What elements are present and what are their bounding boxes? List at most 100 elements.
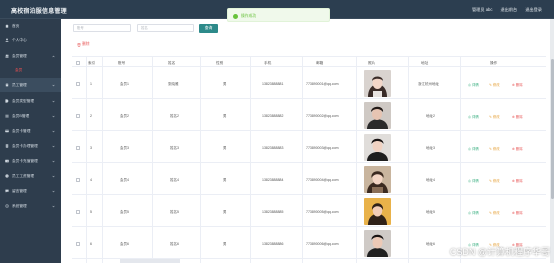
sidebar-item-member-types[interactable]: 会员类型管理 bbox=[0, 94, 61, 108]
edit-button[interactable]: ✎ 修改 bbox=[489, 210, 500, 216]
chevron-down-icon bbox=[52, 145, 55, 147]
success-check-icon bbox=[233, 13, 238, 19]
watermark: CSDN @计算机程序华哥 bbox=[449, 247, 550, 257]
sidebar-item-messages[interactable]: 留言管理 bbox=[0, 184, 61, 198]
chevron-down-icon bbox=[52, 175, 55, 177]
column-divider bbox=[102, 56, 103, 263]
member-photo bbox=[364, 101, 391, 129]
column-account[interactable]: 账号 bbox=[118, 61, 125, 66]
sidebar-item-profile[interactable]: 个人中心 bbox=[0, 33, 61, 47]
search-button[interactable]: 查询 bbox=[199, 24, 218, 33]
top-links: 管理员 abc 退出前台 退出登录 bbox=[472, 7, 542, 13]
column-email[interactable]: 邮箱 bbox=[316, 61, 323, 66]
delete-button[interactable]: ⊗ 删除 bbox=[512, 178, 523, 184]
account-search-input[interactable]: 账号 bbox=[73, 24, 131, 32]
row-checkbox[interactable] bbox=[76, 146, 80, 150]
delete-button[interactable]: ⊗ 删除 bbox=[512, 114, 523, 120]
pagination-bar[interactable] bbox=[120, 259, 180, 263]
detail-button[interactable]: ◎ 详情 bbox=[468, 114, 479, 120]
delete-button[interactable]: ⊗ 删除 bbox=[512, 82, 523, 88]
select-all-checkbox[interactable] bbox=[76, 60, 80, 65]
column-divider bbox=[302, 56, 303, 263]
name-search-input[interactable]: 姓名 bbox=[137, 24, 194, 32]
users-icon bbox=[5, 54, 9, 58]
column-address[interactable]: 地址 bbox=[421, 61, 428, 66]
member-photo bbox=[364, 229, 391, 257]
column-phone[interactable]: 手机 bbox=[264, 61, 271, 66]
sidebar-item-staff[interactable]: 员工管理 bbox=[0, 78, 61, 92]
cell-account: 会员1 bbox=[120, 82, 129, 86]
table-row: 2 会员2 姓名2 男 13823888882 773890002@qq.com… bbox=[72, 100, 546, 131]
chevron-down-icon bbox=[52, 84, 55, 86]
sidebar: 首页 个人中心 会员管理 会员 员工管理 会员类型管理 会员B管理 会员卡管理 … bbox=[0, 19, 61, 263]
cell-email: 773890004@qq.com bbox=[306, 178, 339, 182]
column-divider bbox=[460, 56, 461, 263]
row-checkbox[interactable] bbox=[76, 114, 80, 118]
chevron-down-icon bbox=[52, 130, 55, 132]
sidebar-item-card-recharge[interactable]: 会员卡充值管理 bbox=[0, 154, 61, 168]
sidebar-item-salary[interactable]: ¥ 员工工资管理 bbox=[0, 169, 61, 183]
chevron-down-icon bbox=[52, 160, 55, 162]
row-checkbox[interactable] bbox=[76, 178, 80, 182]
cell-name: 姓名6 bbox=[170, 242, 179, 246]
cell-address: 地址6 bbox=[426, 242, 435, 246]
edit-button[interactable]: ✎ 修改 bbox=[489, 178, 500, 184]
edit-button[interactable]: ✎ 修改 bbox=[489, 82, 500, 88]
settings-icon bbox=[5, 204, 9, 208]
edit-button[interactable]: ✎ 修改 bbox=[489, 146, 500, 152]
row-checkbox[interactable] bbox=[76, 210, 80, 214]
delete-icon: ⊗ bbox=[512, 210, 515, 215]
column-name[interactable]: 姓名 bbox=[168, 61, 175, 66]
cell-index: 3 bbox=[90, 146, 92, 150]
detail-icon: ◎ bbox=[468, 146, 471, 151]
cell-account: 会员2 bbox=[120, 114, 129, 118]
user-icon bbox=[5, 38, 9, 42]
sidebar-item-card-apply[interactable]: 会员卡办理管理 bbox=[0, 139, 61, 153]
front-exit-link[interactable]: 退出前台 bbox=[500, 7, 517, 13]
sidebar-item-members[interactable]: 会员管理 bbox=[0, 49, 61, 63]
delete-icon: ⊗ bbox=[512, 82, 515, 87]
scrollbar-thumb[interactable] bbox=[550, 59, 554, 199]
chevron-down-icon bbox=[52, 100, 55, 102]
column-photo[interactable]: 照片 bbox=[368, 61, 375, 66]
detail-button[interactable]: ◎ 详情 bbox=[468, 146, 479, 152]
submenu-item-member[interactable]: 会员 bbox=[0, 63, 61, 77]
detail-button[interactable]: ◎ 详情 bbox=[468, 178, 479, 184]
money-icon: ¥ bbox=[5, 174, 9, 178]
cell-address: 地址5 bbox=[426, 210, 435, 214]
detail-button[interactable]: ◎ 详情 bbox=[468, 82, 479, 88]
chevron-up-icon bbox=[52, 55, 55, 57]
row-checkbox[interactable] bbox=[76, 242, 80, 246]
sidebar-item-member-cards[interactable]: 会员卡管理 bbox=[0, 124, 61, 138]
member-photo bbox=[364, 165, 391, 193]
delete-icon: ⊗ bbox=[512, 146, 515, 151]
logout-link[interactable]: 退出登录 bbox=[525, 7, 542, 13]
form-icon bbox=[5, 144, 9, 148]
vertical-scrollbar[interactable] bbox=[550, 19, 554, 263]
cell-index: 4 bbox=[90, 178, 92, 182]
member-photo bbox=[364, 69, 391, 97]
card-icon bbox=[5, 129, 9, 133]
delete-button[interactable]: ⊗ 删除 bbox=[512, 146, 523, 152]
cell-gender: 男 bbox=[223, 178, 227, 182]
cell-address: 地址4 bbox=[426, 178, 435, 182]
detail-icon: ◎ bbox=[468, 82, 471, 87]
sidebar-item-member-b[interactable]: 会员B管理 bbox=[0, 109, 61, 123]
edit-button[interactable]: ✎ 修改 bbox=[489, 114, 500, 120]
admin-user-link[interactable]: 管理员 abc bbox=[472, 7, 492, 13]
delete-button[interactable]: ⊗ 删除 bbox=[512, 210, 523, 216]
column-divider bbox=[152, 56, 153, 263]
sidebar-item-home[interactable]: 首页 bbox=[0, 19, 61, 33]
chevron-down-icon bbox=[52, 190, 55, 192]
sidebar-item-system[interactable]: 系统管理 bbox=[0, 199, 61, 213]
cell-name: 姓名4 bbox=[170, 178, 179, 182]
column-gender[interactable]: 性别 bbox=[216, 61, 223, 66]
column-divider bbox=[200, 56, 201, 263]
detail-button[interactable]: ◎ 详情 bbox=[468, 210, 479, 216]
cell-gender: 男 bbox=[223, 210, 227, 214]
batch-delete-button[interactable]: 删除 bbox=[77, 41, 93, 48]
cell-name: 姓名3 bbox=[170, 146, 179, 150]
cell-phone: 13823888882 bbox=[262, 114, 284, 118]
column-actions: 操作 bbox=[490, 60, 498, 65]
row-checkbox[interactable] bbox=[76, 82, 80, 86]
